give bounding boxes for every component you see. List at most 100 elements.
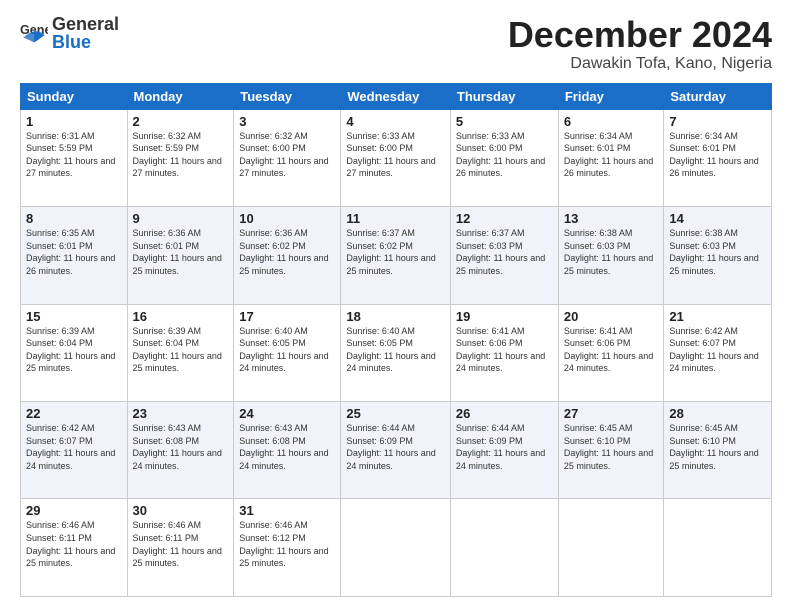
- day-number: 1: [26, 114, 122, 129]
- day-number: 19: [456, 309, 553, 324]
- table-cell: 15 Sunrise: 6:39 AMSunset: 6:04 PMDaylig…: [21, 304, 128, 401]
- day-info: Sunrise: 6:36 AMSunset: 6:01 PMDaylight:…: [133, 228, 222, 276]
- table-cell: 8 Sunrise: 6:35 AMSunset: 6:01 PMDayligh…: [21, 207, 128, 304]
- table-cell: 3 Sunrise: 6:32 AMSunset: 6:00 PMDayligh…: [234, 109, 341, 206]
- day-number: 28: [669, 406, 766, 421]
- col-saturday: Saturday: [664, 83, 772, 109]
- day-info: Sunrise: 6:39 AMSunset: 6:04 PMDaylight:…: [26, 326, 115, 374]
- week-row-2: 8 Sunrise: 6:35 AMSunset: 6:01 PMDayligh…: [21, 207, 772, 304]
- table-cell: 30 Sunrise: 6:46 AMSunset: 6:11 PMDaylig…: [127, 499, 234, 597]
- day-number: 31: [239, 503, 335, 518]
- day-info: Sunrise: 6:40 AMSunset: 6:05 PMDaylight:…: [346, 326, 435, 374]
- day-info: Sunrise: 6:46 AMSunset: 6:11 PMDaylight:…: [26, 520, 115, 568]
- table-cell: 9 Sunrise: 6:36 AMSunset: 6:01 PMDayligh…: [127, 207, 234, 304]
- week-row-1: 1 Sunrise: 6:31 AMSunset: 5:59 PMDayligh…: [21, 109, 772, 206]
- month-title: December 2024: [508, 15, 772, 55]
- day-number: 30: [133, 503, 229, 518]
- table-cell: 7 Sunrise: 6:34 AMSunset: 6:01 PMDayligh…: [664, 109, 772, 206]
- day-number: 29: [26, 503, 122, 518]
- day-info: Sunrise: 6:40 AMSunset: 6:05 PMDaylight:…: [239, 326, 328, 374]
- day-number: 11: [346, 211, 445, 226]
- day-info: Sunrise: 6:33 AMSunset: 6:00 PMDaylight:…: [346, 131, 435, 179]
- week-row-5: 29 Sunrise: 6:46 AMSunset: 6:11 PMDaylig…: [21, 499, 772, 597]
- table-cell: 22 Sunrise: 6:42 AMSunset: 6:07 PMDaylig…: [21, 402, 128, 499]
- day-info: Sunrise: 6:38 AMSunset: 6:03 PMDaylight:…: [669, 228, 758, 276]
- table-cell: [341, 499, 451, 597]
- table-cell: 26 Sunrise: 6:44 AMSunset: 6:09 PMDaylig…: [450, 402, 558, 499]
- day-number: 22: [26, 406, 122, 421]
- day-info: Sunrise: 6:45 AMSunset: 6:10 PMDaylight:…: [669, 423, 758, 471]
- day-number: 25: [346, 406, 445, 421]
- col-wednesday: Wednesday: [341, 83, 451, 109]
- day-number: 9: [133, 211, 229, 226]
- day-info: Sunrise: 6:44 AMSunset: 6:09 PMDaylight:…: [456, 423, 545, 471]
- day-info: Sunrise: 6:42 AMSunset: 6:07 PMDaylight:…: [669, 326, 758, 374]
- table-cell: 31 Sunrise: 6:46 AMSunset: 6:12 PMDaylig…: [234, 499, 341, 597]
- day-info: Sunrise: 6:32 AMSunset: 6:00 PMDaylight:…: [239, 131, 328, 179]
- title-block: December 2024 Dawakin Tofa, Kano, Nigeri…: [508, 15, 772, 73]
- day-number: 15: [26, 309, 122, 324]
- logo-blue-text: Blue: [52, 32, 91, 52]
- table-cell: 21 Sunrise: 6:42 AMSunset: 6:07 PMDaylig…: [664, 304, 772, 401]
- col-tuesday: Tuesday: [234, 83, 341, 109]
- day-number: 20: [564, 309, 659, 324]
- day-info: Sunrise: 6:34 AMSunset: 6:01 PMDaylight:…: [564, 131, 653, 179]
- day-number: 2: [133, 114, 229, 129]
- table-cell: 10 Sunrise: 6:36 AMSunset: 6:02 PMDaylig…: [234, 207, 341, 304]
- day-info: Sunrise: 6:36 AMSunset: 6:02 PMDaylight:…: [239, 228, 328, 276]
- table-cell: 20 Sunrise: 6:41 AMSunset: 6:06 PMDaylig…: [558, 304, 664, 401]
- header-row: Sunday Monday Tuesday Wednesday Thursday…: [21, 83, 772, 109]
- table-cell: 17 Sunrise: 6:40 AMSunset: 6:05 PMDaylig…: [234, 304, 341, 401]
- day-info: Sunrise: 6:43 AMSunset: 6:08 PMDaylight:…: [239, 423, 328, 471]
- day-info: Sunrise: 6:38 AMSunset: 6:03 PMDaylight:…: [564, 228, 653, 276]
- table-cell: 6 Sunrise: 6:34 AMSunset: 6:01 PMDayligh…: [558, 109, 664, 206]
- table-cell: 27 Sunrise: 6:45 AMSunset: 6:10 PMDaylig…: [558, 402, 664, 499]
- location-subtitle: Dawakin Tofa, Kano, Nigeria: [508, 55, 772, 73]
- day-number: 7: [669, 114, 766, 129]
- day-number: 5: [456, 114, 553, 129]
- day-number: 27: [564, 406, 659, 421]
- table-cell: [558, 499, 664, 597]
- day-number: 26: [456, 406, 553, 421]
- day-info: Sunrise: 6:31 AMSunset: 5:59 PMDaylight:…: [26, 131, 115, 179]
- day-info: Sunrise: 6:41 AMSunset: 6:06 PMDaylight:…: [564, 326, 653, 374]
- day-info: Sunrise: 6:42 AMSunset: 6:07 PMDaylight:…: [26, 423, 115, 471]
- table-cell: 2 Sunrise: 6:32 AMSunset: 5:59 PMDayligh…: [127, 109, 234, 206]
- table-cell: 5 Sunrise: 6:33 AMSunset: 6:00 PMDayligh…: [450, 109, 558, 206]
- day-number: 14: [669, 211, 766, 226]
- table-cell: 18 Sunrise: 6:40 AMSunset: 6:05 PMDaylig…: [341, 304, 451, 401]
- day-info: Sunrise: 6:39 AMSunset: 6:04 PMDaylight:…: [133, 326, 222, 374]
- day-info: Sunrise: 6:33 AMSunset: 6:00 PMDaylight:…: [456, 131, 545, 179]
- table-cell: 13 Sunrise: 6:38 AMSunset: 6:03 PMDaylig…: [558, 207, 664, 304]
- table-cell: 4 Sunrise: 6:33 AMSunset: 6:00 PMDayligh…: [341, 109, 451, 206]
- week-row-3: 15 Sunrise: 6:39 AMSunset: 6:04 PMDaylig…: [21, 304, 772, 401]
- week-row-4: 22 Sunrise: 6:42 AMSunset: 6:07 PMDaylig…: [21, 402, 772, 499]
- col-monday: Monday: [127, 83, 234, 109]
- table-cell: 16 Sunrise: 6:39 AMSunset: 6:04 PMDaylig…: [127, 304, 234, 401]
- day-number: 12: [456, 211, 553, 226]
- day-info: Sunrise: 6:37 AMSunset: 6:02 PMDaylight:…: [346, 228, 435, 276]
- day-number: 18: [346, 309, 445, 324]
- day-info: Sunrise: 6:34 AMSunset: 6:01 PMDaylight:…: [669, 131, 758, 179]
- table-cell: 1 Sunrise: 6:31 AMSunset: 5:59 PMDayligh…: [21, 109, 128, 206]
- day-number: 3: [239, 114, 335, 129]
- table-cell: 12 Sunrise: 6:37 AMSunset: 6:03 PMDaylig…: [450, 207, 558, 304]
- day-info: Sunrise: 6:32 AMSunset: 5:59 PMDaylight:…: [133, 131, 222, 179]
- col-friday: Friday: [558, 83, 664, 109]
- table-cell: 23 Sunrise: 6:43 AMSunset: 6:08 PMDaylig…: [127, 402, 234, 499]
- col-thursday: Thursday: [450, 83, 558, 109]
- day-number: 24: [239, 406, 335, 421]
- day-number: 8: [26, 211, 122, 226]
- day-number: 23: [133, 406, 229, 421]
- day-info: Sunrise: 6:35 AMSunset: 6:01 PMDaylight:…: [26, 228, 115, 276]
- day-number: 4: [346, 114, 445, 129]
- day-number: 6: [564, 114, 659, 129]
- table-cell: 11 Sunrise: 6:37 AMSunset: 6:02 PMDaylig…: [341, 207, 451, 304]
- day-info: Sunrise: 6:46 AMSunset: 6:11 PMDaylight:…: [133, 520, 222, 568]
- page: General General Blue December 2024 Dawak…: [0, 0, 792, 612]
- day-info: Sunrise: 6:43 AMSunset: 6:08 PMDaylight:…: [133, 423, 222, 471]
- day-number: 16: [133, 309, 229, 324]
- logo-general-text: General: [52, 15, 119, 33]
- day-info: Sunrise: 6:37 AMSunset: 6:03 PMDaylight:…: [456, 228, 545, 276]
- day-number: 13: [564, 211, 659, 226]
